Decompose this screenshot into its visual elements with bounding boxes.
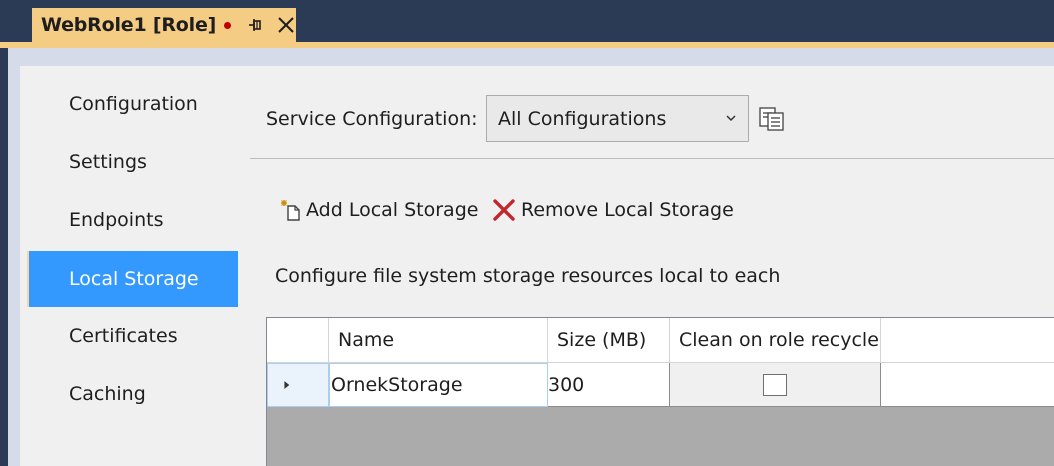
grid-header-row: Name Size (MB) Clean on role recycle <box>267 318 1054 363</box>
nav-item-label: Endpoints <box>69 209 164 231</box>
column-header-size[interactable]: Size (MB) <box>548 318 670 363</box>
service-configuration-value: All Configurations <box>498 107 667 130</box>
nav-item-label: Local Storage <box>69 268 199 290</box>
current-row-arrow-icon <box>284 381 290 389</box>
cell-clean-on-role-recycle <box>670 363 881 407</box>
section-divider <box>250 158 1054 159</box>
add-item-icon <box>281 200 300 221</box>
nav-item-endpoints[interactable]: Endpoints <box>27 192 238 248</box>
grid-corner-header <box>267 318 329 363</box>
document-tab-title: WebRole1 [Role] <box>41 14 217 36</box>
nav-item-label: Caching <box>69 383 146 405</box>
local-storage-description: Configure file system storage resources … <box>275 265 781 287</box>
row-header[interactable] <box>267 363 329 407</box>
remove-local-storage-label: Remove Local Storage <box>521 199 734 221</box>
remove-local-storage-button[interactable]: Remove Local Storage <box>491 195 734 225</box>
add-local-storage-button[interactable]: Add Local Storage <box>280 195 478 225</box>
column-header-filler <box>881 318 1054 363</box>
close-icon[interactable] <box>277 16 295 34</box>
cell-size-value: 300 <box>548 373 585 396</box>
chevron-down-icon <box>726 115 736 122</box>
nav-item-label: Settings <box>69 151 147 173</box>
nav-item-label: Configuration <box>69 93 198 115</box>
local-storage-grid: Name Size (MB) Clean on role recycle Orn… <box>266 317 1054 466</box>
cell-filler <box>881 363 1054 407</box>
pin-icon[interactable] <box>247 16 265 34</box>
clean-on-role-recycle-checkbox[interactable] <box>763 373 787 396</box>
cell-name-value: OrnekStorage <box>331 374 463 396</box>
service-configuration-dropdown[interactable]: All Configurations <box>486 95 749 142</box>
delete-icon <box>493 199 515 221</box>
column-header-clean-on-role-recycle[interactable]: Clean on role recycle <box>670 318 881 363</box>
column-header-name[interactable]: Name <box>329 318 548 363</box>
column-header-label: Name <box>338 329 395 351</box>
nav-item-certificates[interactable]: Certificates <box>27 308 238 364</box>
nav-item-local-storage[interactable]: Local Storage <box>27 251 238 307</box>
add-local-storage-label: Add Local Storage <box>306 199 479 221</box>
document-tab[interactable]: WebRole1 [Role] <box>32 8 296 42</box>
table-row[interactable]: OrnekStorage 300 <box>267 363 1054 407</box>
grid-empty-area <box>267 407 1054 466</box>
column-header-label: Clean on role recycle <box>679 329 879 351</box>
cell-name[interactable]: OrnekStorage <box>329 363 548 407</box>
nav-item-configuration[interactable]: Configuration <box>27 76 238 132</box>
nav-item-caching[interactable]: Caching <box>27 366 238 422</box>
copy-settings-icon[interactable] <box>759 107 785 131</box>
unsaved-changes-dot-icon <box>224 21 232 29</box>
nav-item-label: Certificates <box>69 325 178 347</box>
nav-item-settings[interactable]: Settings <box>27 134 238 190</box>
document-tab-strip: WebRole1 [Role] <box>0 0 1054 42</box>
column-header-label: Size (MB) <box>557 329 647 351</box>
service-configuration-label: Service Configuration: <box>266 108 478 130</box>
cell-size[interactable]: 300 <box>548 363 670 407</box>
